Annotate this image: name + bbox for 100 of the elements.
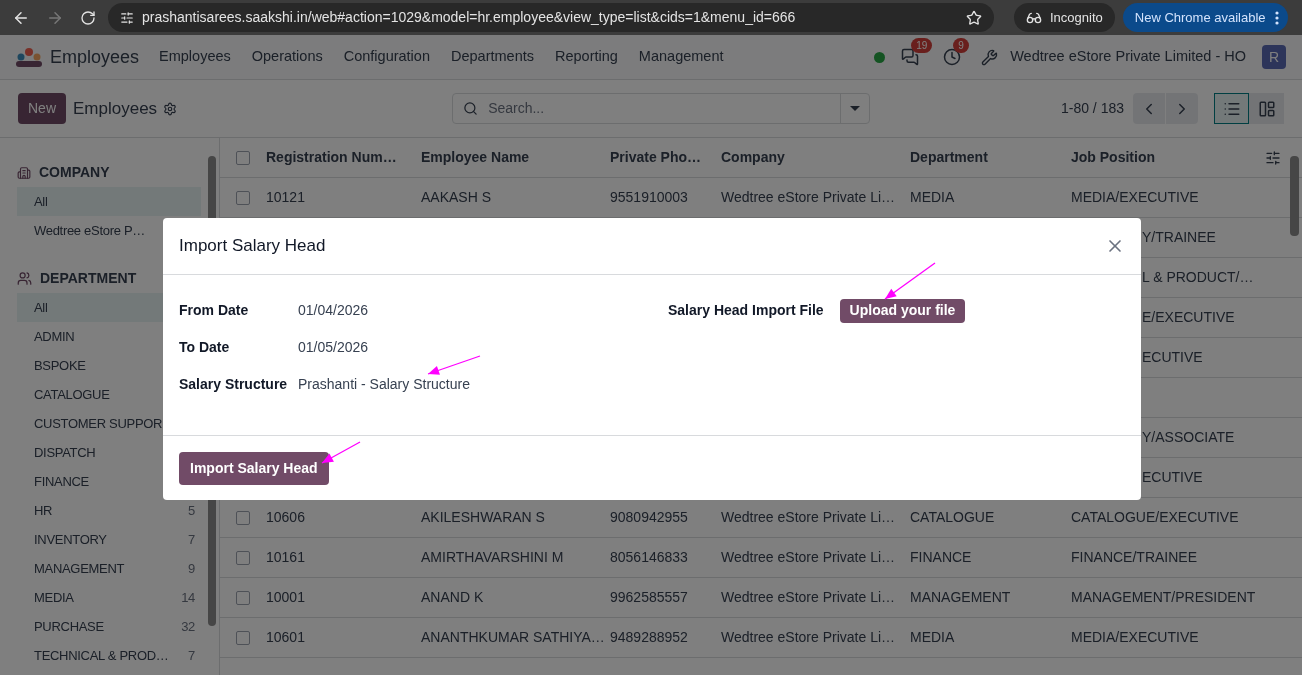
table-cell-text: 10606 [266,508,306,527]
table-cell-text: 8056146833 [610,548,689,567]
filter-item[interactable]: MEDIA 14 [17,583,201,612]
filter-item[interactable]: MANAGEMENT 9 [17,554,201,583]
row-checkbox[interactable] [236,590,250,605]
table-cell-text: Wedtree eStore Private Li… [721,628,897,647]
pager-text: 1-80 / 183 [1060,99,1124,118]
table-cell-text: AAKASH S [421,188,493,207]
field-label: To Date [179,338,231,357]
filter-item[interactable]: INVENTORY 7 [17,525,201,554]
people-logo-icon [16,47,42,67]
chat-icon[interactable] [901,48,920,66]
table-cell-text: ANAND K [421,588,485,607]
table-cell-text: FINANCE/TRAINEE [1071,548,1198,567]
filter-item[interactable]: PURCHASE 32 [17,612,201,641]
table-cell-text: ANANTHKUMAR SATHIYA… [421,628,606,647]
import-button[interactable]: Import Salary Head [179,451,329,485]
item-count: 5 [188,501,195,520]
field-value[interactable]: 01/05/2026 [298,337,369,358]
table-cell-text: 9080942955 [610,508,689,527]
menu-item[interactable]: Employees [159,46,231,68]
chrome-update-button[interactable]: New Chrome available [1122,3,1288,32]
search-field[interactable]: Search... [452,93,871,124]
filter-item[interactable]: All [17,187,201,216]
page-title: Employees [73,97,158,120]
building-icon [17,165,31,180]
table-cell-text: Y/ASSOCIATE [1142,428,1235,447]
table-cell-text: ECUTIVE [1142,348,1203,367]
table-cell-text: MEDIA/EXECUTIVE [1071,628,1200,647]
table-cell-text: 9489288952 [610,628,689,647]
table-cell-text: 10161 [266,548,306,567]
app-name[interactable]: Employees [50,43,140,71]
column-settings-icon[interactable] [1265,149,1281,166]
notification-badge: 19 [911,38,933,53]
item-count: 7 [188,646,195,665]
notification-badge: 9 [953,38,969,53]
table-cell-text: AKILESHWARAN S [421,508,546,527]
scrollbar[interactable] [1290,156,1299,236]
table-cell-text: E/EXECUTIVE [1142,308,1235,327]
table-cell-text: MEDIA/EXECUTIVE [1071,188,1200,207]
table-cell-text: 9551910003 [610,188,689,207]
filter-item[interactable]: HR 5 [17,496,201,525]
clock-icon[interactable] [943,48,962,66]
new-button[interactable]: New [18,93,66,124]
section-heading: DEPARTMENT [40,269,137,288]
select-all-checkbox[interactable] [236,150,250,165]
search-icon [463,101,479,116]
kanban-view-icon [1257,99,1276,118]
search-input[interactable]: Search... [488,98,841,119]
field-value[interactable]: 01/04/2026 [298,300,369,321]
wrench-icon[interactable] [981,48,999,66]
settings-icon[interactable] [163,101,178,116]
incognito-badge[interactable]: Incognito [1014,3,1115,32]
table-cell-text: MANAGEMENT/PRESIDENT [1071,588,1257,607]
column-header[interactable]: Company [721,147,910,168]
users-icon [17,271,32,286]
field-label: Salary Structure [179,375,289,394]
table-cell-text: MEDIA [910,188,956,207]
reload-icon[interactable] [80,9,96,26]
table-cell-text: L & PRODUCT/… [1142,268,1254,287]
site-info-icon[interactable] [120,10,134,25]
menu-item[interactable]: Management [638,46,724,68]
column-header[interactable]: Department [910,147,1071,168]
company-switcher[interactable]: Wedtree eStore Private Limited - HO [1010,46,1246,68]
row-checkbox[interactable] [236,630,250,645]
column-header[interactable]: Registration Num… [266,147,421,168]
table-cell-text: 10001 [266,588,306,607]
column-header[interactable]: Private Pho… [610,147,721,168]
menu-item[interactable]: Operations [251,46,323,68]
table-cell-text: FINANCE [910,548,973,567]
menu-item[interactable]: Reporting [555,46,618,68]
more-icon [1274,10,1279,25]
field-label: Salary Head Import File [668,301,824,320]
table-cell-text: Wedtree eStore Private Li… [721,188,897,207]
table-cell-text: ECUTIVE [1142,468,1203,487]
filter-item[interactable]: TECHNICAL & PROD… 7 [17,641,201,670]
table-cell-text: CATALOGUE/EXECUTIVE [1071,508,1240,527]
table-cell-text: Wedtree eStore Private Li… [721,548,897,567]
upload-button[interactable]: Upload your file [839,298,966,323]
user-avatar[interactable]: R [1262,45,1286,69]
row-checkbox[interactable] [236,190,250,205]
item-count: 14 [181,588,195,607]
row-checkbox[interactable] [236,550,250,565]
table-cell-text: 9962585557 [610,588,689,607]
table-cell-text: AMIRTHAVARSHINI M [421,548,565,567]
section-heading: COMPANY [39,163,110,182]
view-switch-button[interactable] [1214,93,1249,124]
address-bar[interactable]: prashantisarees.saakshi.in/web#action=1029&model=hr.employee&view_type=list&cids=1&menu_id=666 [108,3,994,32]
menu-item[interactable]: Departments [450,46,534,68]
field-value[interactable]: Prashanti - Salary Structure [298,374,470,395]
dialog-title: Import Salary Head [179,235,326,258]
column-header[interactable]: Employee Name [421,147,610,168]
column-header[interactable]: Job Position [1071,147,1261,168]
row-checkbox[interactable] [236,510,250,525]
menu-item[interactable]: Configuration [343,46,430,68]
table-cell-text: Wedtree eStore Private Li… [721,588,897,607]
table-cell-text: Y/TRAINEE [1142,228,1216,247]
item-count: 9 [188,559,195,578]
item-count: 32 [181,617,195,636]
bookmark-star-icon[interactable] [966,9,982,26]
